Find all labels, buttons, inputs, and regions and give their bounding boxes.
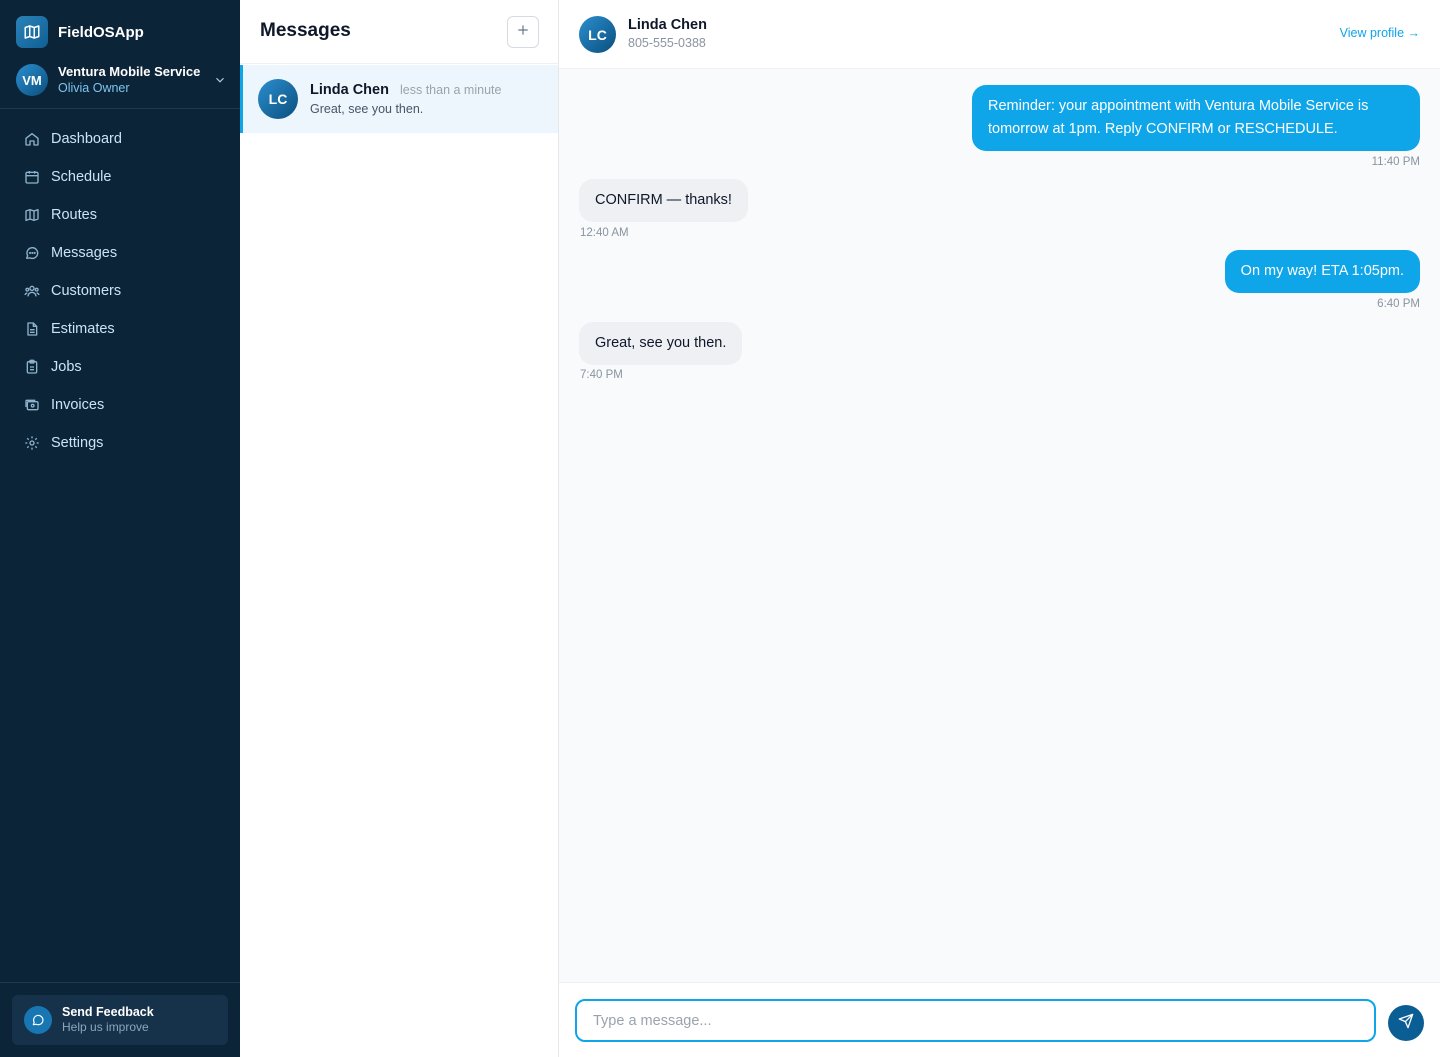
sidebar-divider xyxy=(0,108,240,109)
sidebar-item-estimates[interactable]: Estimates xyxy=(12,310,228,348)
sidebar-divider xyxy=(0,982,240,983)
message-outgoing: Reminder: your appointment with Ventura … xyxy=(972,85,1420,151)
send-button[interactable] xyxy=(1388,1005,1424,1041)
view-profile-link[interactable]: View profile → xyxy=(1340,26,1420,40)
clipboard-icon xyxy=(24,359,40,375)
invoice-icon xyxy=(24,397,40,413)
sidebar-item-label: Invoices xyxy=(51,397,105,413)
message-timestamp: 11:40 PM xyxy=(1371,156,1420,168)
send-feedback-button[interactable]: Send Feedback Help us improve xyxy=(12,995,228,1045)
page-title: Messages xyxy=(260,20,351,41)
avatar: LC xyxy=(579,16,616,53)
contact-name: Linda Chen xyxy=(628,17,707,33)
sidebar-item-customers[interactable]: Customers xyxy=(12,272,228,310)
sidebar-item-routes[interactable]: Routes xyxy=(12,196,228,234)
sidebar-item-label: Schedule xyxy=(51,169,112,185)
sidebar-item-label: Routes xyxy=(51,207,97,223)
conversation-name: Linda Chen xyxy=(310,82,389,98)
users-icon xyxy=(24,283,40,299)
sidebar-item-label: Jobs xyxy=(51,359,82,375)
chat-panel: LC Linda Chen 805-555-0388 View profile … xyxy=(559,0,1440,1057)
sidebar-item-dashboard[interactable]: Dashboard xyxy=(12,120,228,158)
document-icon xyxy=(24,321,40,337)
map-icon xyxy=(24,207,40,223)
sidebar-item-schedule[interactable]: Schedule xyxy=(12,158,228,196)
org-user: Olivia Owner xyxy=(58,81,130,95)
feedback-title: Send Feedback xyxy=(62,1005,154,1019)
conversation-preview: Great, see you then. xyxy=(310,102,424,116)
sidebar-item-jobs[interactable]: Jobs xyxy=(12,348,228,386)
message-incoming: CONFIRM — thanks! xyxy=(579,179,748,222)
new-conversation-button[interactable] xyxy=(507,16,539,48)
contact-phone: 805-555-0388 xyxy=(628,36,706,50)
message-composer xyxy=(559,982,1440,1057)
brand[interactable]: FieldOSApp xyxy=(16,16,144,48)
org-name: Ventura Mobile Service xyxy=(58,64,201,79)
sidebar-item-invoices[interactable]: Invoices xyxy=(12,386,228,424)
chevron-down-icon[interactable] xyxy=(212,72,228,88)
sidebar-item-label: Customers xyxy=(51,283,122,299)
message-timestamp: 6:40 PM xyxy=(1377,298,1420,310)
home-icon xyxy=(24,131,40,147)
app-name: FieldOSApp xyxy=(58,23,144,41)
message-outgoing: On my way! ETA 1:05pm. xyxy=(1224,250,1420,293)
sidebar-item-settings[interactable]: Settings xyxy=(12,424,228,462)
message-timestamp: 12:40 AM xyxy=(580,227,629,239)
conversation-item[interactable]: LC Linda Chen less than a minute Great, … xyxy=(240,65,558,133)
conversation-list-header: Messages xyxy=(240,0,558,64)
sidebar-item-messages[interactable]: Messages xyxy=(12,234,228,272)
sidebar-item-label: Settings xyxy=(51,435,104,451)
sidebar-item-label: Messages xyxy=(51,245,118,261)
sidebar: FieldOSApp VM Ventura Mobile Service Oli… xyxy=(0,0,240,1057)
chat-icon xyxy=(24,245,40,261)
org-avatar: VM xyxy=(16,64,48,96)
message-incoming: Great, see you then. xyxy=(579,322,743,365)
chat-header: LC Linda Chen 805-555-0388 View profile … xyxy=(559,0,1440,69)
gear-icon xyxy=(24,435,40,451)
sidebar-item-label: Estimates xyxy=(51,321,115,337)
plus-icon xyxy=(516,23,530,42)
chat-bubble-icon xyxy=(24,1006,52,1034)
avatar: LC xyxy=(258,79,298,119)
message-input[interactable] xyxy=(575,999,1376,1042)
sidebar-nav: Dashboard Schedule Routes Messages Custo… xyxy=(12,120,228,462)
conversation-list: Messages LC Linda Chen less than a minut… xyxy=(240,0,559,1057)
map-logo-icon xyxy=(16,16,48,48)
feedback-subtitle: Help us improve xyxy=(62,1020,149,1034)
calendar-icon xyxy=(24,169,40,185)
conversation-time: less than a minute xyxy=(400,83,502,97)
org-switcher[interactable]: VM Ventura Mobile Service Olivia Owner xyxy=(16,63,228,97)
send-icon xyxy=(1398,1013,1414,1034)
message-timestamp: 7:40 PM xyxy=(580,369,623,381)
sidebar-item-label: Dashboard xyxy=(51,131,122,147)
